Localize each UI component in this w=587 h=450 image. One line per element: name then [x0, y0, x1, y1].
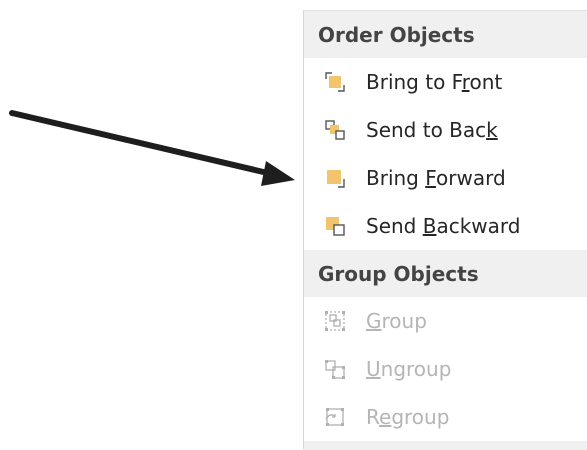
annotation-arrow-head: [261, 161, 295, 186]
send-to-back-item[interactable]: Send to Back: [304, 106, 587, 154]
bring-forward-icon: [304, 166, 366, 190]
regroup-label: Regroup: [366, 405, 450, 429]
regroup-icon: [304, 405, 366, 429]
section-header-group-objects: Group Objects: [304, 250, 587, 297]
ungroup-label: Ungroup: [366, 357, 452, 381]
send-to-back-icon: [304, 118, 366, 142]
bring-to-front-label: Bring to Front: [366, 70, 503, 94]
group-item[interactable]: Group: [304, 297, 587, 345]
arrange-menu: Order Objects Bring to Front Send to Bac…: [303, 10, 587, 450]
send-backward-icon: [304, 214, 366, 238]
bring-to-front-icon: [304, 70, 366, 94]
bring-forward-item[interactable]: Bring Forward: [304, 154, 587, 202]
bring-to-front-item[interactable]: Bring to Front: [304, 58, 587, 106]
group-label: Group: [366, 309, 427, 333]
section-header-order-objects: Order Objects: [304, 11, 587, 58]
group-icon: [304, 309, 366, 333]
send-to-back-label: Send to Back: [366, 118, 498, 142]
send-backward-label: Send Backward: [366, 214, 521, 238]
send-backward-item[interactable]: Send Backward: [304, 202, 587, 250]
ungroup-icon: [304, 357, 366, 381]
regroup-item[interactable]: Regroup: [304, 393, 587, 441]
bring-forward-label: Bring Forward: [366, 166, 506, 190]
annotation-arrow-shaft: [9, 110, 275, 177]
ungroup-item[interactable]: Ungroup: [304, 345, 587, 393]
